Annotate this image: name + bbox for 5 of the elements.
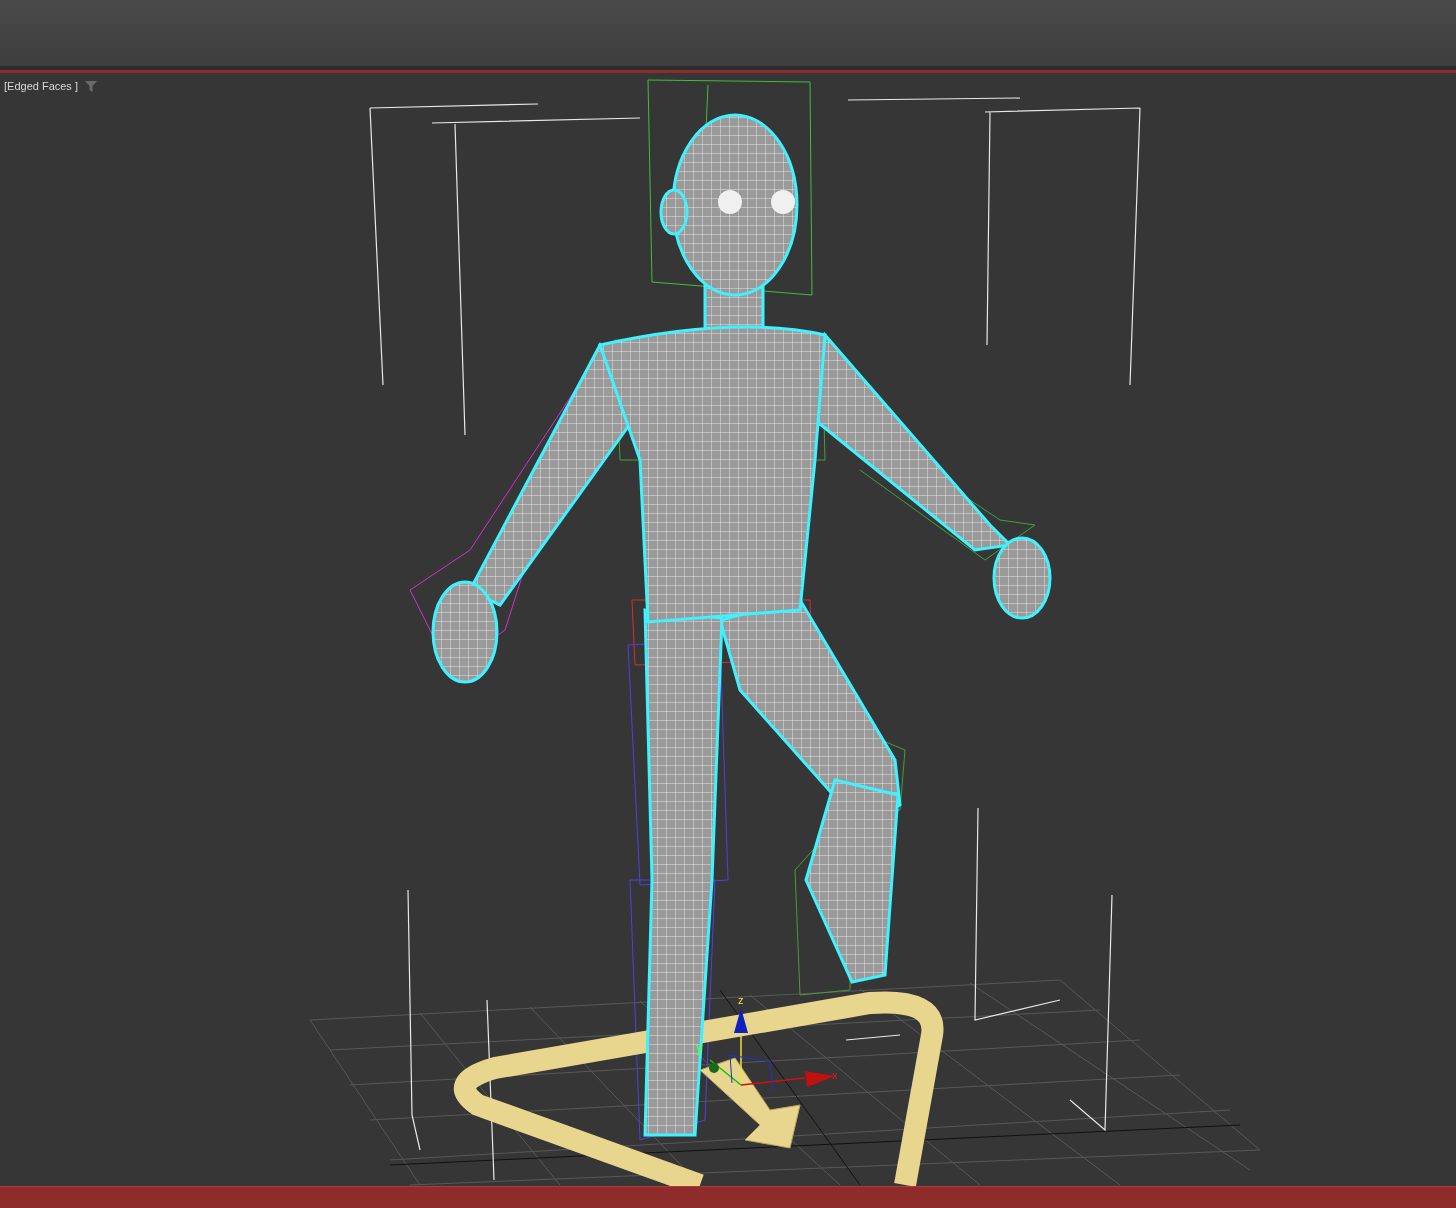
axis-label: x xyxy=(832,1068,838,1081)
viewport-label[interactable]: [Edged Faces ] xyxy=(4,78,78,93)
axis-label: y xyxy=(696,1040,703,1055)
filter-icon[interactable] xyxy=(85,80,97,92)
axis-label: z xyxy=(738,993,744,1006)
